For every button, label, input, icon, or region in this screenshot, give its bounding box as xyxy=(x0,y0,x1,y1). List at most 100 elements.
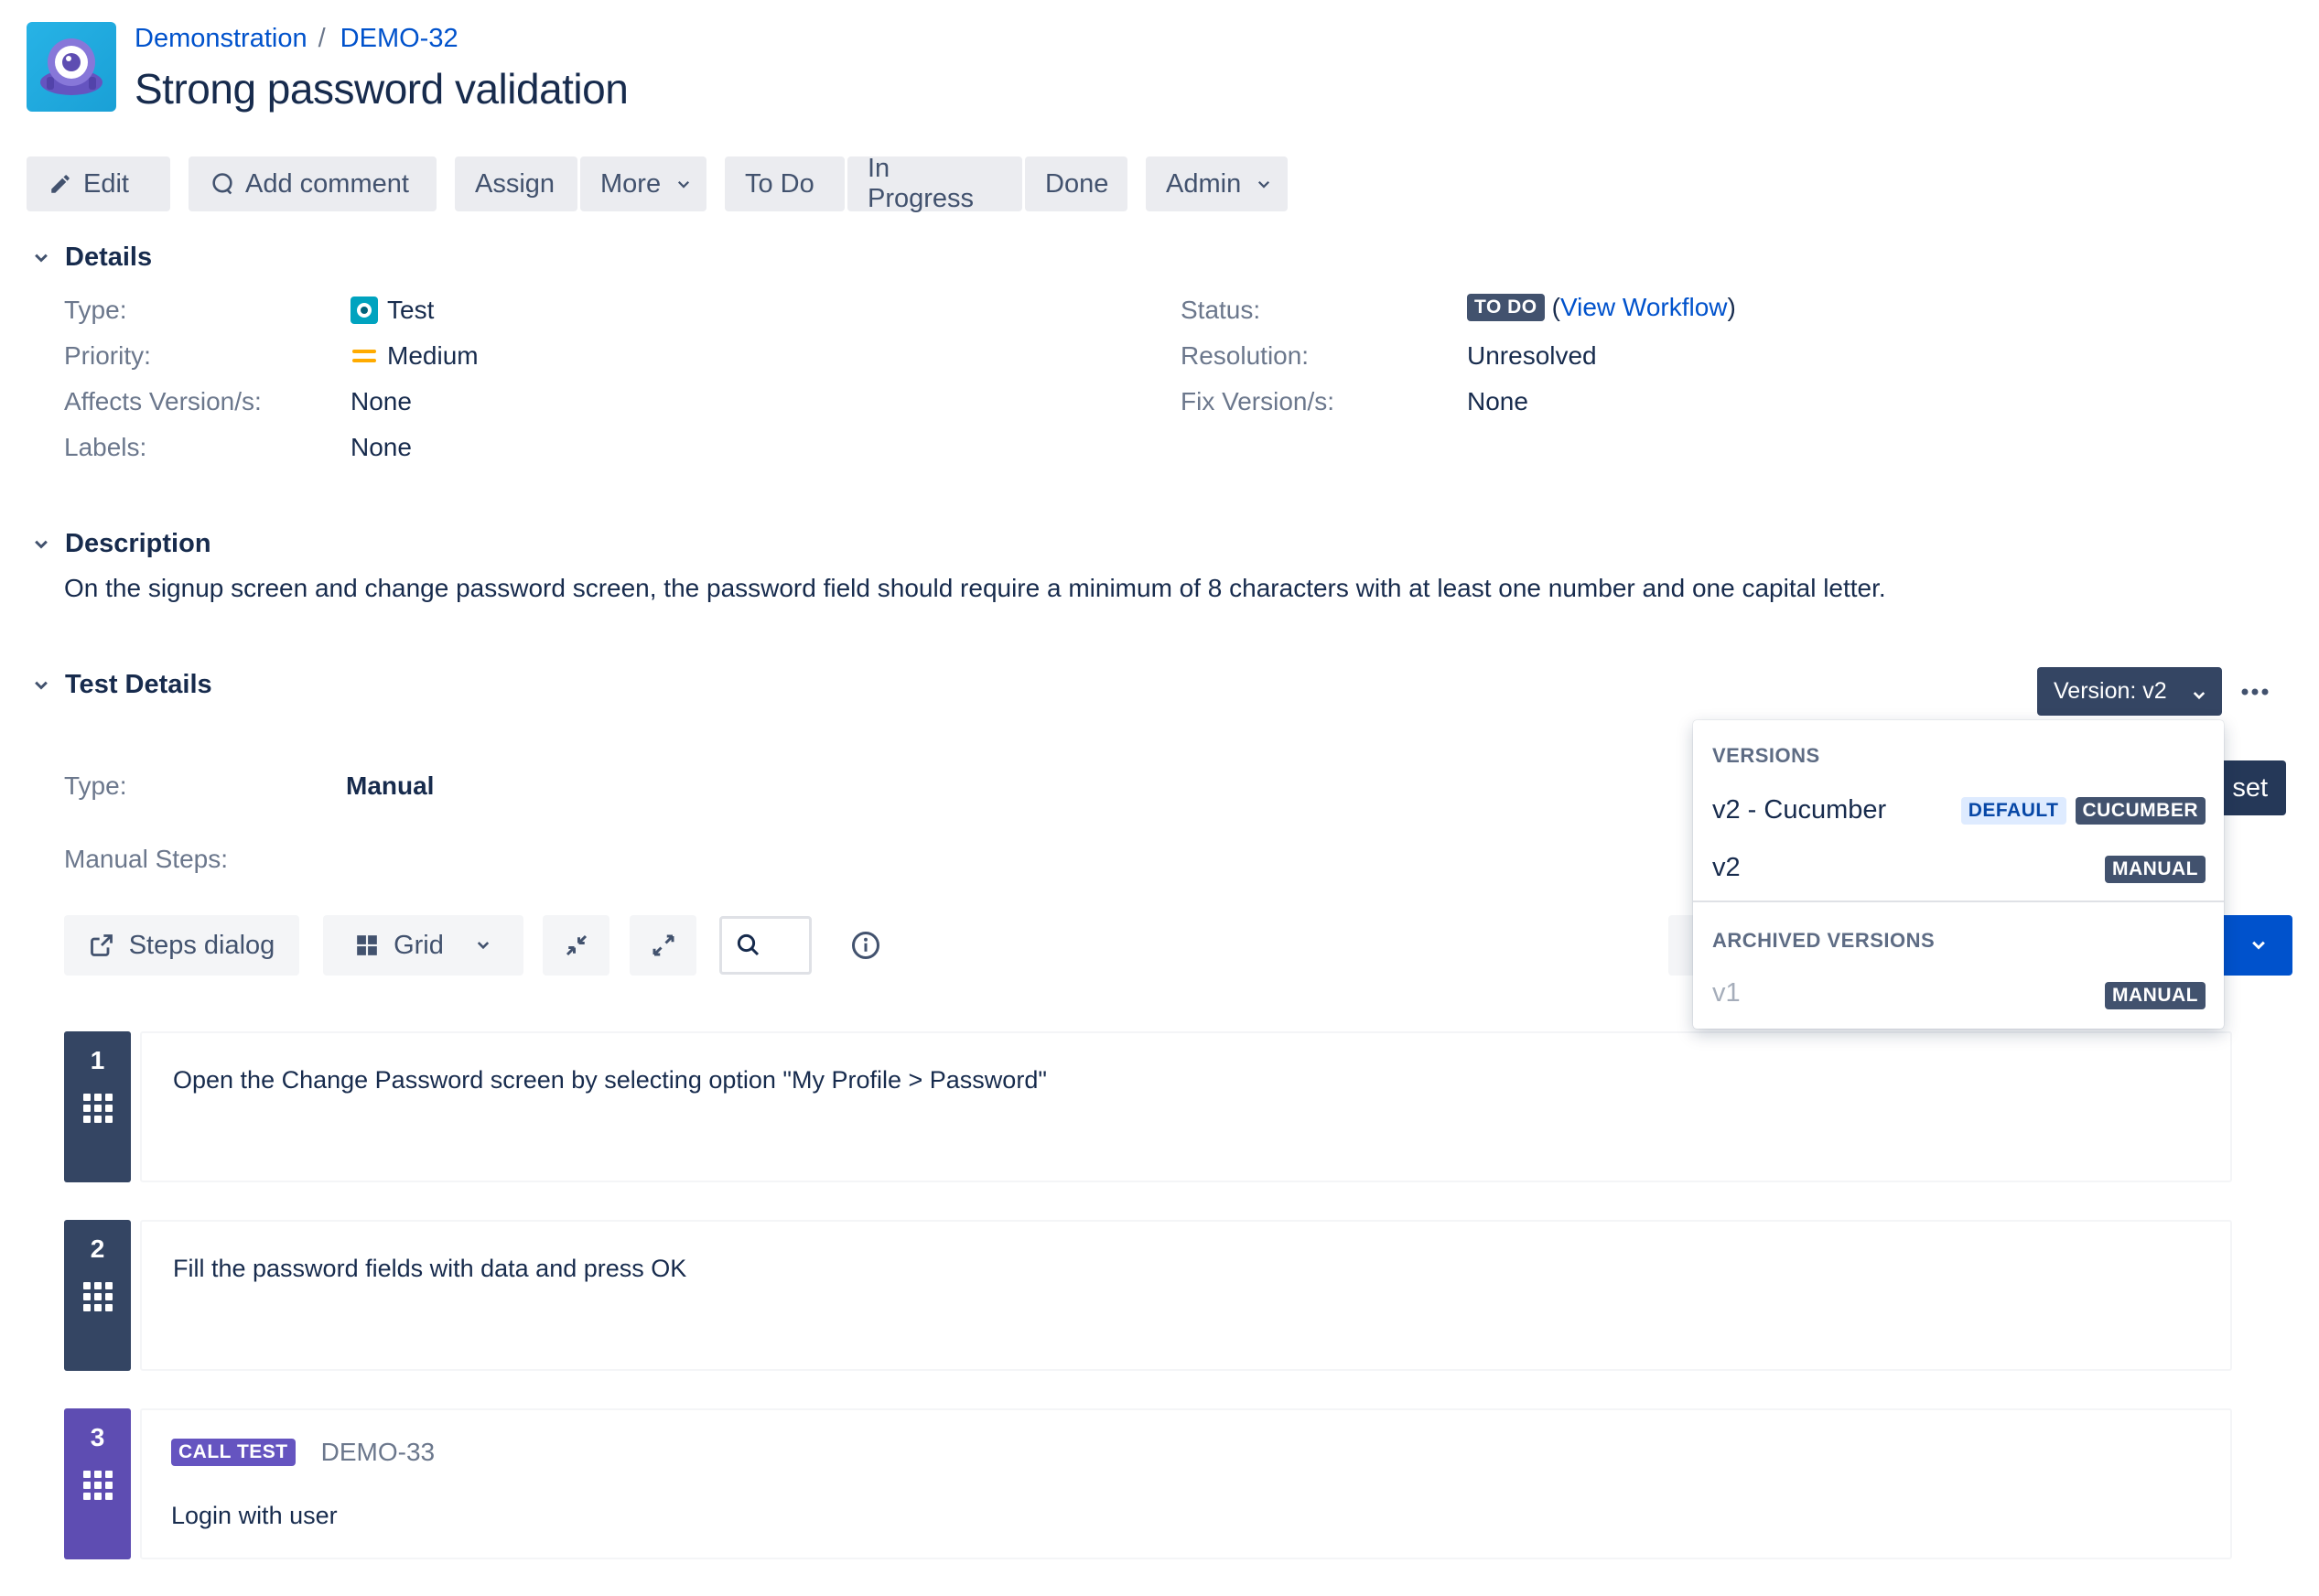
step-action-text: Fill the password fields with data and p… xyxy=(173,1255,687,1282)
admin-button[interactable]: Admin xyxy=(1146,156,1288,211)
version-select-button[interactable]: Version: v2 xyxy=(2037,667,2222,716)
versions-heading: VERSIONS xyxy=(1712,744,1820,767)
default-badge: DEFAULT xyxy=(1960,797,2066,825)
project-avatar[interactable] xyxy=(27,22,116,112)
step-action-text: Open the Change Password screen by selec… xyxy=(173,1066,1047,1094)
pencil-icon xyxy=(47,170,74,198)
affects-version-label: Affects Version/s: xyxy=(64,387,262,415)
steps-dialog-label: Steps dialog xyxy=(128,930,275,960)
edit-label: Edit xyxy=(83,168,129,199)
step-row[interactable]: Open the Change Password screen by selec… xyxy=(140,1031,2232,1182)
priority-text: Medium xyxy=(387,341,479,370)
dropdown-divider xyxy=(1693,900,2224,902)
call-test-badge: CALL TEST xyxy=(171,1439,296,1466)
chevron-down-icon xyxy=(475,937,491,954)
edit-button[interactable]: Edit xyxy=(27,156,170,211)
breadcrumb-separator: / xyxy=(318,24,326,53)
version-badges: DEFAULT CUCUMBER xyxy=(1960,797,2206,825)
fix-version-label: Fix Version/s: xyxy=(1181,387,1335,415)
test-details-heading: Test Details xyxy=(65,670,212,699)
step-row[interactable]: CALL TEST DEMO-33 Login with user xyxy=(140,1408,2232,1559)
version-option-v1-archived[interactable]: v1 xyxy=(1712,978,1741,1008)
comment-icon xyxy=(209,170,236,198)
more-label: More xyxy=(600,168,662,199)
expand-all-button[interactable] xyxy=(630,915,696,976)
create-step-dropdown-button[interactable] xyxy=(2224,915,2292,976)
step-row[interactable]: Fill the password fields with data and p… xyxy=(140,1220,2232,1371)
priority-label: Priority: xyxy=(64,341,151,370)
to-do-button[interactable]: To Do xyxy=(725,156,845,211)
steps-search-input[interactable] xyxy=(719,916,812,975)
status-label: Status: xyxy=(1181,296,1261,324)
status-value: TO DO (View Workflow) xyxy=(1467,293,1736,322)
test-details-section-header[interactable]: Test Details xyxy=(27,670,212,700)
expand-arrows-icon xyxy=(650,932,677,959)
priority-medium-icon xyxy=(351,342,378,370)
drag-handle-icon xyxy=(82,1282,113,1311)
search-icon xyxy=(735,932,762,959)
breadcrumb-project-link[interactable]: Demonstration xyxy=(135,24,307,54)
called-test-key-link[interactable]: DEMO-33 xyxy=(321,1438,435,1467)
step-action-text: Login with user xyxy=(171,1502,338,1529)
grid-icon xyxy=(355,933,379,957)
type-value: Test xyxy=(351,296,434,325)
affects-version-value: None xyxy=(351,387,412,415)
version-badges: MANUAL xyxy=(2105,982,2206,1009)
resolution-value: Unresolved xyxy=(1467,341,1597,370)
page-title: Strong password validation xyxy=(135,65,629,113)
version-option-v2[interactable]: v2 xyxy=(1712,853,1741,883)
cucumber-badge: CUCUMBER xyxy=(2075,797,2206,825)
description-section-header[interactable]: Description xyxy=(27,529,211,559)
steps-dialog-button[interactable]: Steps dialog xyxy=(64,915,299,976)
done-button[interactable]: Done xyxy=(1025,156,1127,211)
fix-version-value: None xyxy=(1467,387,1528,415)
priority-value: Medium xyxy=(351,341,479,371)
chevron-down-icon xyxy=(2249,936,2268,954)
test-type-icon xyxy=(351,297,378,324)
status-badge: TO DO xyxy=(1467,294,1545,321)
version-option-v2-cucumber[interactable]: v2 - Cucumber xyxy=(1712,795,1886,825)
assign-button[interactable]: Assign xyxy=(455,156,577,211)
version-select-label: Version: v2 xyxy=(2054,678,2167,704)
add-comment-button[interactable]: Add comment xyxy=(189,156,437,211)
workflow-open-paren: ( xyxy=(1551,293,1560,321)
step-number-handle[interactable]: 1 xyxy=(64,1031,131,1182)
in-progress-button[interactable]: In Progress xyxy=(847,154,1022,213)
step-number: 1 xyxy=(90,1046,105,1074)
view-workflow-link[interactable]: View Workflow xyxy=(1560,293,1728,322)
test-type-value: Manual xyxy=(346,771,435,800)
info-icon[interactable] xyxy=(849,929,882,962)
collapse-chevron-icon xyxy=(27,671,56,700)
reset-label: set xyxy=(2232,772,2268,803)
description-text: On the signup screen and change password… xyxy=(64,574,1886,602)
collapse-chevron-icon xyxy=(27,530,56,559)
chevron-down-icon xyxy=(1256,176,1272,192)
call-test-header: CALL TEST DEMO-33 xyxy=(171,1438,435,1467)
test-type-label: Type: xyxy=(64,771,127,800)
issue-toolbar: Edit Add comment Assign More To Do In Pr… xyxy=(27,154,1288,213)
grid-view-select[interactable]: Grid xyxy=(323,915,523,976)
collapse-all-button[interactable] xyxy=(543,915,609,976)
drag-handle-icon xyxy=(82,1094,113,1123)
archived-versions-heading: ARCHIVED VERSIONS xyxy=(1712,929,1936,952)
workflow-close-paren: ) xyxy=(1727,293,1736,321)
external-link-icon xyxy=(89,933,114,958)
more-button[interactable]: More xyxy=(580,156,706,211)
step-number: 2 xyxy=(90,1235,105,1263)
resolution-label: Resolution: xyxy=(1181,341,1310,370)
step-number-handle[interactable]: 3 xyxy=(64,1408,131,1559)
versions-dropdown-menu: VERSIONS v2 - Cucumber DEFAULT CUCUMBER … xyxy=(1693,720,2224,1029)
grid-label: Grid xyxy=(394,930,444,960)
add-comment-label: Add comment xyxy=(245,168,409,199)
labels-value: None xyxy=(351,433,412,461)
step-number-handle[interactable]: 2 xyxy=(64,1220,131,1371)
details-heading: Details xyxy=(65,243,153,272)
breadcrumb-issue-link[interactable]: DEMO-32 xyxy=(340,24,458,54)
admin-label: Admin xyxy=(1166,168,1242,199)
more-actions-icon[interactable] xyxy=(2234,671,2276,713)
breadcrumb: Demonstration / DEMO-32 xyxy=(135,24,458,54)
details-section-header[interactable]: Details xyxy=(27,243,152,273)
manual-badge: MANUAL xyxy=(2105,982,2206,1009)
partially-hidden-button[interactable] xyxy=(1668,915,1696,976)
manual-steps-label: Manual Steps: xyxy=(64,845,228,873)
